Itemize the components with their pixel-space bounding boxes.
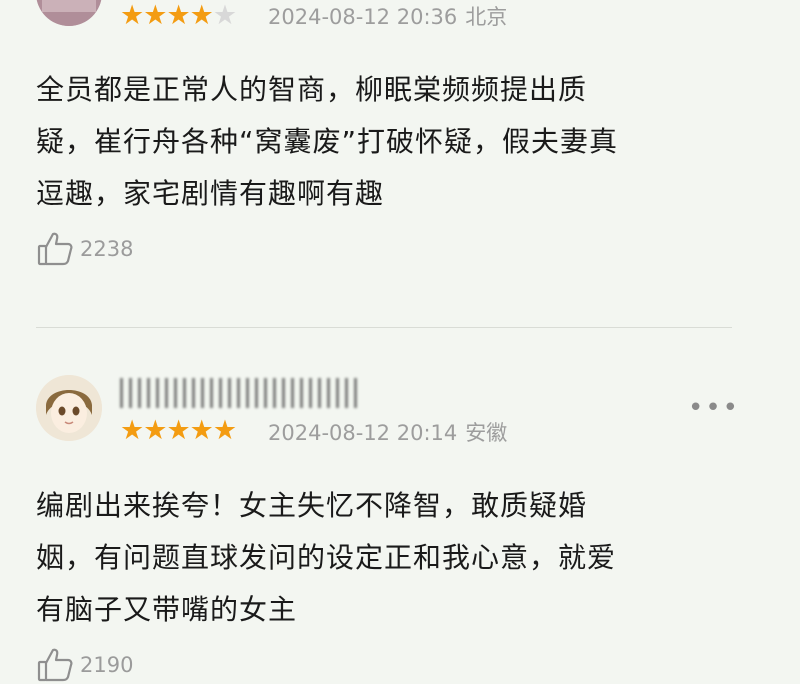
- comment-meta: 2024-08-12 20:36 北京: [268, 4, 507, 30]
- comment-meta: 2024-08-12 20:14 安徽: [268, 420, 507, 446]
- comment-location: 北京: [465, 5, 508, 29]
- comment-line: 疑，崔行舟各种“窝囊废”打破怀疑，假夫妻真: [36, 125, 619, 158]
- star-filled-icon: ★: [120, 0, 144, 31]
- comment-location: 安徽: [465, 421, 508, 445]
- user-avatar[interactable]: [36, 0, 102, 26]
- more-dots-icon[interactable]: •••: [688, 395, 740, 421]
- comment-text: 全员都是正常人的智商，柳眠棠频频提出质 疑，崔行舟各种“窝囊废”打破怀疑，假夫妻…: [36, 64, 736, 220]
- comment-line: 编剧出来挨夸！女主失忆不降智，敢质疑婚: [36, 489, 588, 522]
- username-redacted: [120, 378, 360, 408]
- comment-line: 全员都是正常人的智商，柳眠棠频频提出质: [36, 73, 588, 106]
- rating-stars: ★★★★★: [120, 415, 237, 446]
- star-empty-icon: ★: [212, 0, 237, 31]
- comment-line: 逗趣，家宅剧情有趣啊有趣: [36, 177, 385, 210]
- user-avatar[interactable]: [36, 375, 102, 441]
- star-filled-icon: ★: [166, 0, 190, 31]
- rating-stars: ★★★★★: [120, 0, 237, 31]
- like-button[interactable]: 2238: [36, 230, 133, 268]
- thumbs-up-icon: [36, 230, 74, 268]
- like-count: 2190: [80, 653, 134, 677]
- like-button[interactable]: 2190: [36, 646, 133, 684]
- star-filled-icon: ★: [212, 415, 237, 446]
- comment-line: 有脑子又带嘴的女主: [36, 593, 298, 626]
- comment-date: 2024-08-12 20:36: [268, 5, 458, 29]
- comment-divider: [36, 327, 732, 328]
- like-count: 2238: [80, 237, 134, 261]
- comment-line: 姻，有问题直球发问的设定正和我心意，就爱: [36, 541, 617, 574]
- comment-text: 编剧出来挨夸！女主失忆不降智，敢质疑婚 姻，有问题直球发问的设定正和我心意，就爱…: [36, 480, 736, 636]
- star-filled-icon: ★: [189, 0, 214, 31]
- star-filled-icon: ★: [120, 415, 144, 446]
- star-filled-icon: ★: [143, 0, 167, 31]
- thumbs-up-icon: [36, 646, 74, 684]
- star-filled-icon: ★: [166, 415, 190, 446]
- star-filled-icon: ★: [189, 415, 214, 446]
- comment-date: 2024-08-12 20:14: [268, 421, 458, 445]
- star-filled-icon: ★: [143, 415, 167, 446]
